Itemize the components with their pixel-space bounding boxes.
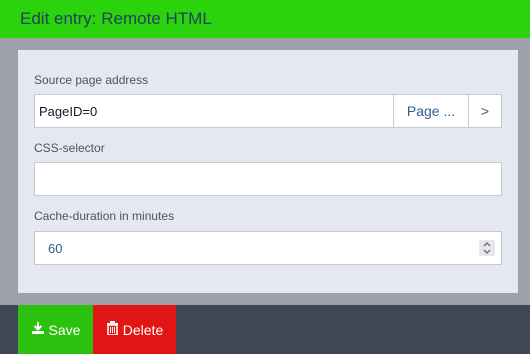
dialog-header: Edit entry: Remote HTML	[0, 0, 530, 38]
css-selector-input[interactable]	[34, 162, 502, 196]
footer-bar: Save Delete	[0, 305, 530, 354]
source-address-value: PageID=0	[39, 104, 98, 119]
spinner-arrows-glyph	[483, 242, 491, 254]
cache-duration-input[interactable]: 60	[34, 231, 502, 265]
css-selector-label: CSS-selector	[34, 141, 105, 155]
source-address-input[interactable]: PageID=0	[34, 94, 394, 128]
page-browse-button[interactable]: Page ...	[393, 94, 469, 128]
delete-button[interactable]: Delete	[93, 305, 176, 354]
go-button[interactable]: >	[468, 94, 502, 128]
cache-duration-label: Cache-duration in minutes	[34, 209, 175, 223]
spinner-arrows-icon[interactable]	[479, 240, 495, 256]
save-button[interactable]: Save	[18, 305, 93, 354]
go-label: >	[480, 103, 490, 119]
source-address-label: Source page address	[34, 73, 149, 87]
cache-duration-value: 60	[48, 241, 63, 256]
delete-label: Delete	[122, 321, 164, 338]
download-icon	[31, 321, 45, 338]
trash-icon	[106, 321, 119, 338]
save-label: Save	[48, 321, 81, 338]
form-panel: Source page address PageID=0 Page ... > …	[18, 50, 518, 293]
page-browse-label: Page ...	[406, 103, 456, 119]
dialog-title: Edit entry: Remote HTML	[20, 9, 212, 28]
